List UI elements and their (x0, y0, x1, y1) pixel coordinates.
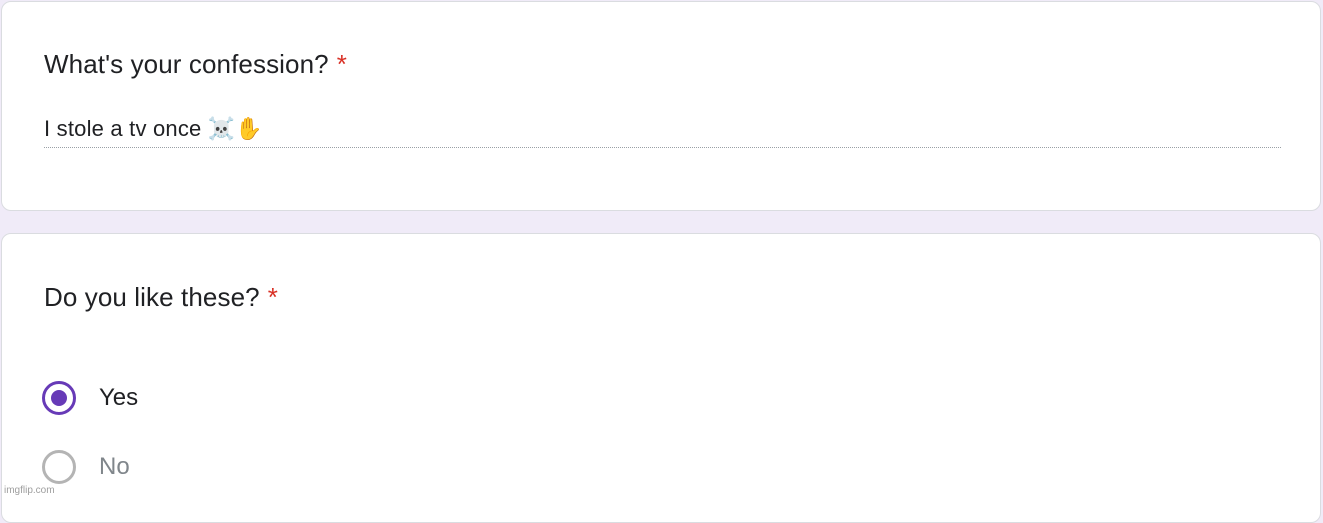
required-asterisk: * (267, 282, 278, 312)
required-asterisk: * (336, 49, 347, 79)
radio-unchecked-icon[interactable] (42, 450, 76, 484)
radio-option-no[interactable]: No (42, 449, 130, 485)
question-title-text: Do you like these? (44, 282, 260, 312)
question-card-confession: What's your confession? * I stole a tv on… (1, 1, 1321, 211)
answer-text[interactable]: I stole a tv once ☠️✋ (44, 116, 263, 142)
question-title: Do you like these? * (44, 282, 278, 313)
answer-underline (44, 147, 1281, 148)
question-title: What's your confession? * (44, 49, 347, 80)
radio-checked-icon[interactable] (42, 381, 76, 415)
radio-option-label: No (99, 453, 130, 480)
question-title-text: What's your confession? (44, 49, 329, 79)
radio-option-yes[interactable]: Yes (42, 380, 138, 416)
question-card-like: Do you like these? * Yes No (1, 233, 1321, 523)
radio-option-label: Yes (99, 384, 139, 411)
watermark: imgflip.com (4, 485, 55, 496)
